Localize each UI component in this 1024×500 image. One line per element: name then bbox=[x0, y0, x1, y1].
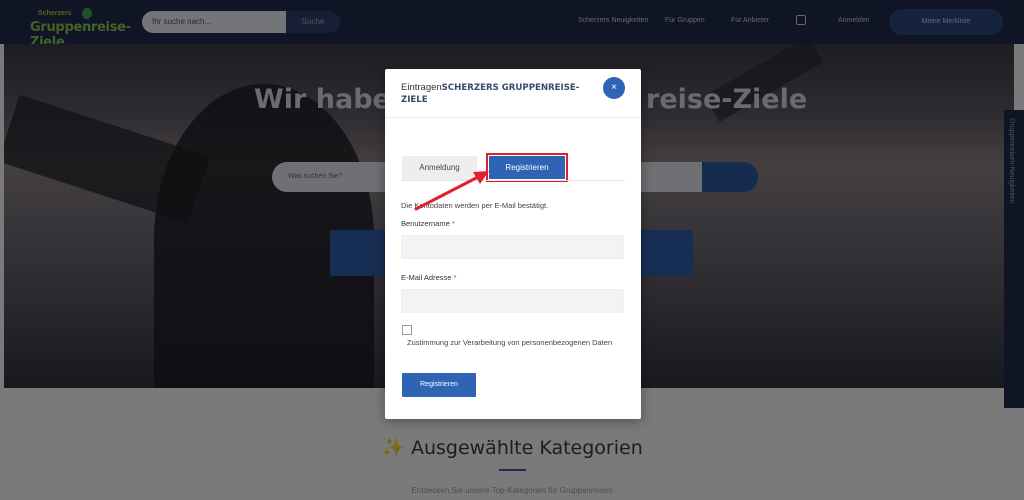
confirmation-info: Die Kontodaten werden per E-Mail bestäti… bbox=[401, 201, 549, 210]
required-mark: * bbox=[451, 219, 455, 228]
tab-register[interactable]: Registrieren bbox=[486, 153, 568, 182]
username-field[interactable] bbox=[401, 235, 624, 259]
register-submit-button[interactable]: Registrieren bbox=[402, 373, 476, 397]
consent-checkbox[interactable] bbox=[402, 325, 412, 335]
modal-header: EintragenSCHERZERS GRUPPENREISE-ZIELE × bbox=[385, 69, 641, 118]
email-label-text: E-Mail Adresse bbox=[401, 273, 452, 282]
required-mark: * bbox=[453, 273, 457, 282]
consent-label: Zustimmung zur Verarbeitung von personen… bbox=[407, 338, 613, 347]
tab-register-label: Registrieren bbox=[489, 156, 565, 179]
modal-title: EintragenSCHERZERS GRUPPENREISE-ZIELE bbox=[401, 82, 601, 106]
username-label: Benutzername * bbox=[401, 219, 455, 228]
tab-divider bbox=[401, 180, 625, 181]
modal-title-prefix: Eintragen bbox=[401, 82, 442, 93]
email-label: E-Mail Adresse * bbox=[401, 273, 456, 282]
username-label-text: Benutzername bbox=[401, 219, 450, 228]
email-field[interactable] bbox=[401, 289, 624, 313]
tab-login[interactable]: Anmeldung bbox=[402, 156, 477, 180]
register-modal: EintragenSCHERZERS GRUPPENREISE-ZIELE × … bbox=[385, 69, 641, 419]
close-icon[interactable]: × bbox=[603, 77, 625, 99]
